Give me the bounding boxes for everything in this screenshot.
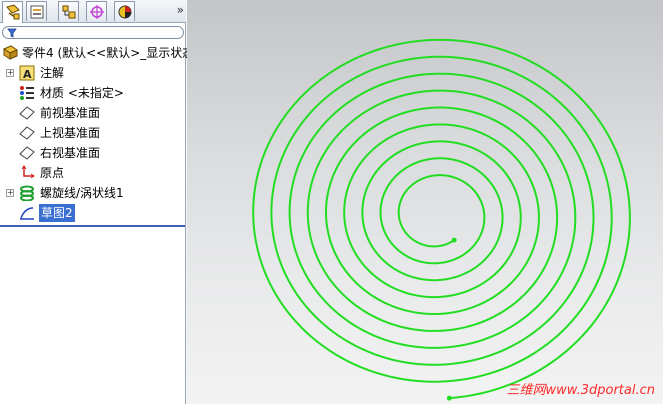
featuremanager-tree-icon bbox=[6, 4, 20, 20]
svg-text:A: A bbox=[23, 68, 32, 81]
spiral-sketch[interactable] bbox=[187, 0, 663, 404]
annotations-icon: A bbox=[19, 65, 35, 81]
tree-item-annotations[interactable]: + A 注解 bbox=[0, 64, 186, 82]
spiral-curve[interactable] bbox=[252, 38, 631, 400]
featuremanager-pane: » 零件4 (默认<<默认>_显示状态 + A 注解 材质 <未指定> 前视基准… bbox=[0, 0, 194, 404]
tab-dimxpert[interactable] bbox=[86, 1, 107, 21]
propertymanager-icon bbox=[30, 5, 44, 19]
tree-root-part[interactable]: 零件4 (默认<<默认>_显示状态 bbox=[0, 44, 194, 62]
tree-item-label: 材质 <未指定> bbox=[40, 86, 124, 100]
tree-item-right-plane[interactable]: 右视基准面 bbox=[0, 144, 186, 162]
tree-item-origin[interactable]: 原点 bbox=[0, 164, 186, 182]
tree-filter-bar[interactable] bbox=[2, 26, 184, 39]
filter-funnel-icon bbox=[7, 28, 17, 38]
tree-item-label: 前视基准面 bbox=[40, 106, 101, 120]
dimxpert-icon bbox=[90, 5, 104, 19]
tab-propertymanager[interactable] bbox=[26, 1, 47, 21]
tab-display-manager[interactable] bbox=[114, 1, 135, 21]
spiral-start-point[interactable] bbox=[451, 237, 457, 243]
expand-toggle[interactable]: + bbox=[6, 189, 14, 197]
spiral-end-point[interactable] bbox=[446, 395, 452, 401]
tree-end-divider bbox=[0, 225, 185, 227]
graphics-area[interactable]: 三维网www.3dportal.cn bbox=[187, 0, 663, 404]
tree-root-label: 零件4 (默认<<默认>_显示状态 bbox=[22, 46, 195, 60]
tab-overflow-chevron[interactable]: » bbox=[177, 3, 184, 17]
plane-icon bbox=[19, 126, 35, 140]
tree-item-label: 螺旋线/涡状线1 bbox=[40, 186, 124, 200]
watermark-text: 三维网www.3dportal.cn bbox=[506, 383, 655, 398]
configurationmanager-icon bbox=[62, 5, 76, 19]
manager-tab-bar: » bbox=[0, 0, 186, 23]
appearance-sphere-icon bbox=[118, 5, 132, 19]
tree-item-label: 右视基准面 bbox=[40, 146, 101, 160]
tree-item-front-plane[interactable]: 前视基准面 bbox=[0, 104, 186, 122]
tree-item-label: 注解 bbox=[40, 66, 65, 80]
origin-icon bbox=[21, 165, 35, 179]
tree-item-top-plane[interactable]: 上视基准面 bbox=[0, 124, 186, 142]
tree-item-label: 上视基准面 bbox=[40, 126, 101, 140]
expand-toggle[interactable]: + bbox=[6, 69, 14, 77]
tree-item-label: 草图2 bbox=[39, 204, 75, 222]
plane-icon bbox=[19, 106, 35, 120]
tree-item-label: 原点 bbox=[40, 166, 65, 180]
tree-item-material[interactable]: 材质 <未指定> bbox=[0, 84, 186, 102]
tab-configurationmanager[interactable] bbox=[58, 1, 79, 21]
plane-icon bbox=[19, 146, 35, 160]
helix-icon bbox=[20, 185, 34, 201]
tab-featuremanager[interactable] bbox=[2, 1, 23, 23]
material-icon bbox=[20, 86, 34, 100]
tree-item-sketch2[interactable]: 草图2 bbox=[0, 204, 186, 222]
part-icon bbox=[2, 45, 18, 60]
tree-item-helix[interactable]: + 螺旋线/涡状线1 bbox=[0, 184, 186, 202]
sketch-icon bbox=[20, 207, 34, 220]
